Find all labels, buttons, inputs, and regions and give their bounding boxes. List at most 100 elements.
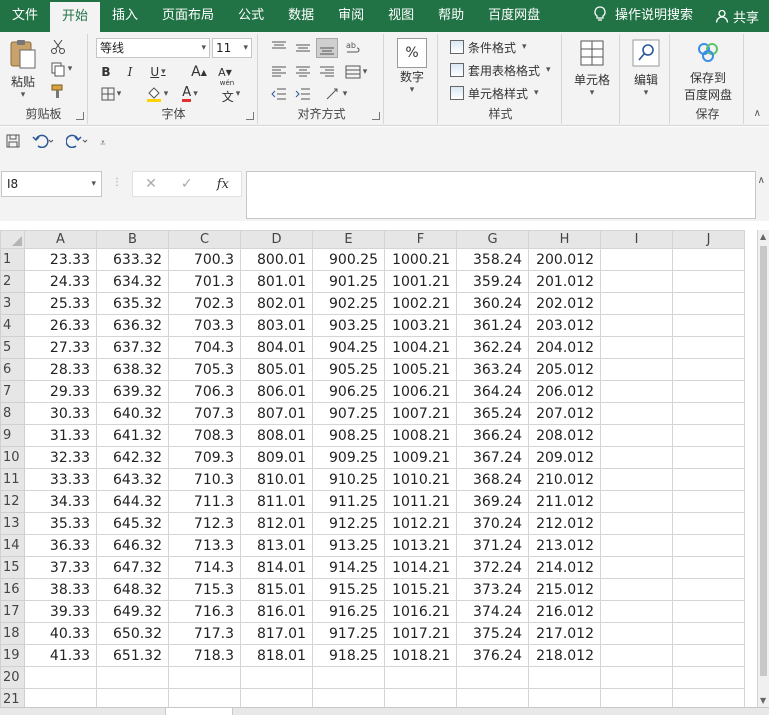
align-top-button[interactable] (268, 38, 290, 58)
align-right-button[interactable] (316, 62, 338, 82)
cell-c12[interactable]: 711.3 (168, 490, 241, 513)
row-header[interactable]: 9 (0, 424, 25, 447)
cell-e20[interactable] (312, 666, 385, 689)
cell-c7[interactable]: 706.3 (168, 380, 241, 403)
cell-e16[interactable]: 915.25 (312, 578, 385, 601)
cell-a13[interactable]: 35.33 (24, 512, 97, 535)
cell-e10[interactable]: 909.25 (312, 446, 385, 469)
cell-i4[interactable] (600, 314, 673, 337)
cell-f16[interactable]: 1015.21 (384, 578, 457, 601)
cell-b1[interactable]: 633.32 (96, 248, 169, 271)
cell-styles-button[interactable]: 单元格样式 (450, 82, 539, 104)
cell-a1[interactable]: 23.33 (24, 248, 97, 271)
cell-a21[interactable] (24, 688, 97, 707)
cell-g10[interactable]: 367.24 (456, 446, 529, 469)
cell-g14[interactable]: 371.24 (456, 534, 529, 557)
row-header[interactable]: 16 (0, 578, 25, 601)
cell-c11[interactable]: 710.3 (168, 468, 241, 491)
cell-i10[interactable] (600, 446, 673, 469)
row-header[interactable]: 20 (0, 666, 25, 689)
cell-h4[interactable]: 203.012 (528, 314, 601, 337)
cell-d2[interactable]: 801.01 (240, 270, 313, 293)
column-header-d[interactable]: D (240, 230, 313, 249)
save-to-baidu-button[interactable]: 保存到 百度网盘 (676, 38, 740, 103)
cell-j9[interactable] (672, 424, 745, 447)
cell-d1[interactable]: 800.01 (240, 248, 313, 271)
cell-h20[interactable] (528, 666, 601, 689)
cell-e1[interactable]: 900.25 (312, 248, 385, 271)
expand-formula-bar-icon[interactable]: ∧ (758, 175, 765, 186)
spreadsheet-grid[interactable]: ABCDEFGHIJ 1 23.33 633.32 700.3 800.01 900.25… (0, 230, 757, 707)
cell-e14[interactable]: 913.25 (312, 534, 385, 557)
scrollbar-thumb[interactable] (760, 246, 767, 676)
cell-f12[interactable]: 1011.21 (384, 490, 457, 513)
cell-f13[interactable]: 1012.21 (384, 512, 457, 535)
cell-c6[interactable]: 705.3 (168, 358, 241, 381)
cell-d15[interactable]: 814.01 (240, 556, 313, 579)
cell-g3[interactable]: 360.24 (456, 292, 529, 315)
cell-b20[interactable] (96, 666, 169, 689)
cell-f19[interactable]: 1018.21 (384, 644, 457, 667)
cell-j6[interactable] (672, 358, 745, 381)
cell-a7[interactable]: 29.33 (24, 380, 97, 403)
customize-qat-icon[interactable]: ⩡ (100, 138, 106, 149)
row-header[interactable]: 4 (0, 314, 25, 337)
cell-e15[interactable]: 914.25 (312, 556, 385, 579)
cell-c19[interactable]: 718.3 (168, 644, 241, 667)
cell-f1[interactable]: 1000.21 (384, 248, 457, 271)
confirm-icon[interactable]: ✓ (181, 176, 193, 192)
bold-button[interactable]: B (96, 62, 116, 82)
cell-j14[interactable] (672, 534, 745, 557)
cell-a6[interactable]: 28.33 (24, 358, 97, 381)
cell-d7[interactable]: 806.01 (240, 380, 313, 403)
cell-c17[interactable]: 716.3 (168, 600, 241, 623)
cell-h12[interactable]: 211.012 (528, 490, 601, 513)
conditional-format-button[interactable]: 条件格式 (450, 36, 527, 58)
cell-j7[interactable] (672, 380, 745, 403)
cell-i17[interactable] (600, 600, 673, 623)
cell-g15[interactable]: 372.24 (456, 556, 529, 579)
cell-h2[interactable]: 201.012 (528, 270, 601, 293)
cell-b13[interactable]: 645.32 (96, 512, 169, 535)
tab-page-layout[interactable]: 页面布局 (150, 0, 226, 32)
cell-a18[interactable]: 40.33 (24, 622, 97, 645)
sheet-tab[interactable] (165, 708, 233, 715)
cell-i13[interactable] (600, 512, 673, 535)
cell-b10[interactable]: 642.32 (96, 446, 169, 469)
cell-c15[interactable]: 714.3 (168, 556, 241, 579)
cell-c4[interactable]: 703.3 (168, 314, 241, 337)
cell-b5[interactable]: 637.32 (96, 336, 169, 359)
alignment-launcher-icon[interactable] (372, 112, 380, 120)
column-header-j[interactable]: J (672, 230, 745, 249)
cell-i1[interactable] (600, 248, 673, 271)
row-header[interactable]: 2 (0, 270, 25, 293)
cell-c9[interactable]: 708.3 (168, 424, 241, 447)
cell-c20[interactable] (168, 666, 241, 689)
row-header[interactable]: 14 (0, 534, 25, 557)
wrap-text-button[interactable]: ab (342, 38, 364, 58)
cell-f17[interactable]: 1016.21 (384, 600, 457, 623)
cell-i7[interactable] (600, 380, 673, 403)
tab-view[interactable]: 视图 (376, 0, 426, 32)
cell-i2[interactable] (600, 270, 673, 293)
paste-button[interactable]: 粘贴 ▾ (4, 38, 42, 100)
cell-f8[interactable]: 1007.21 (384, 402, 457, 425)
cell-h21[interactable] (528, 688, 601, 707)
cell-b8[interactable]: 640.32 (96, 402, 169, 425)
cell-f6[interactable]: 1005.21 (384, 358, 457, 381)
cell-h5[interactable]: 204.012 (528, 336, 601, 359)
cell-g2[interactable]: 359.24 (456, 270, 529, 293)
cells-button[interactable]: 单元格 ▾ (568, 38, 616, 98)
font-launcher-icon[interactable] (246, 112, 254, 120)
cell-a10[interactable]: 32.33 (24, 446, 97, 469)
cell-e4[interactable]: 903.25 (312, 314, 385, 337)
cell-d6[interactable]: 805.01 (240, 358, 313, 381)
cell-d5[interactable]: 804.01 (240, 336, 313, 359)
cell-d12[interactable]: 811.01 (240, 490, 313, 513)
cell-d20[interactable] (240, 666, 313, 689)
tab-file[interactable]: 文件 (0, 0, 50, 32)
cell-a19[interactable]: 41.33 (24, 644, 97, 667)
column-header-g[interactable]: G (456, 230, 529, 249)
cell-a15[interactable]: 37.33 (24, 556, 97, 579)
cell-h17[interactable]: 216.012 (528, 600, 601, 623)
